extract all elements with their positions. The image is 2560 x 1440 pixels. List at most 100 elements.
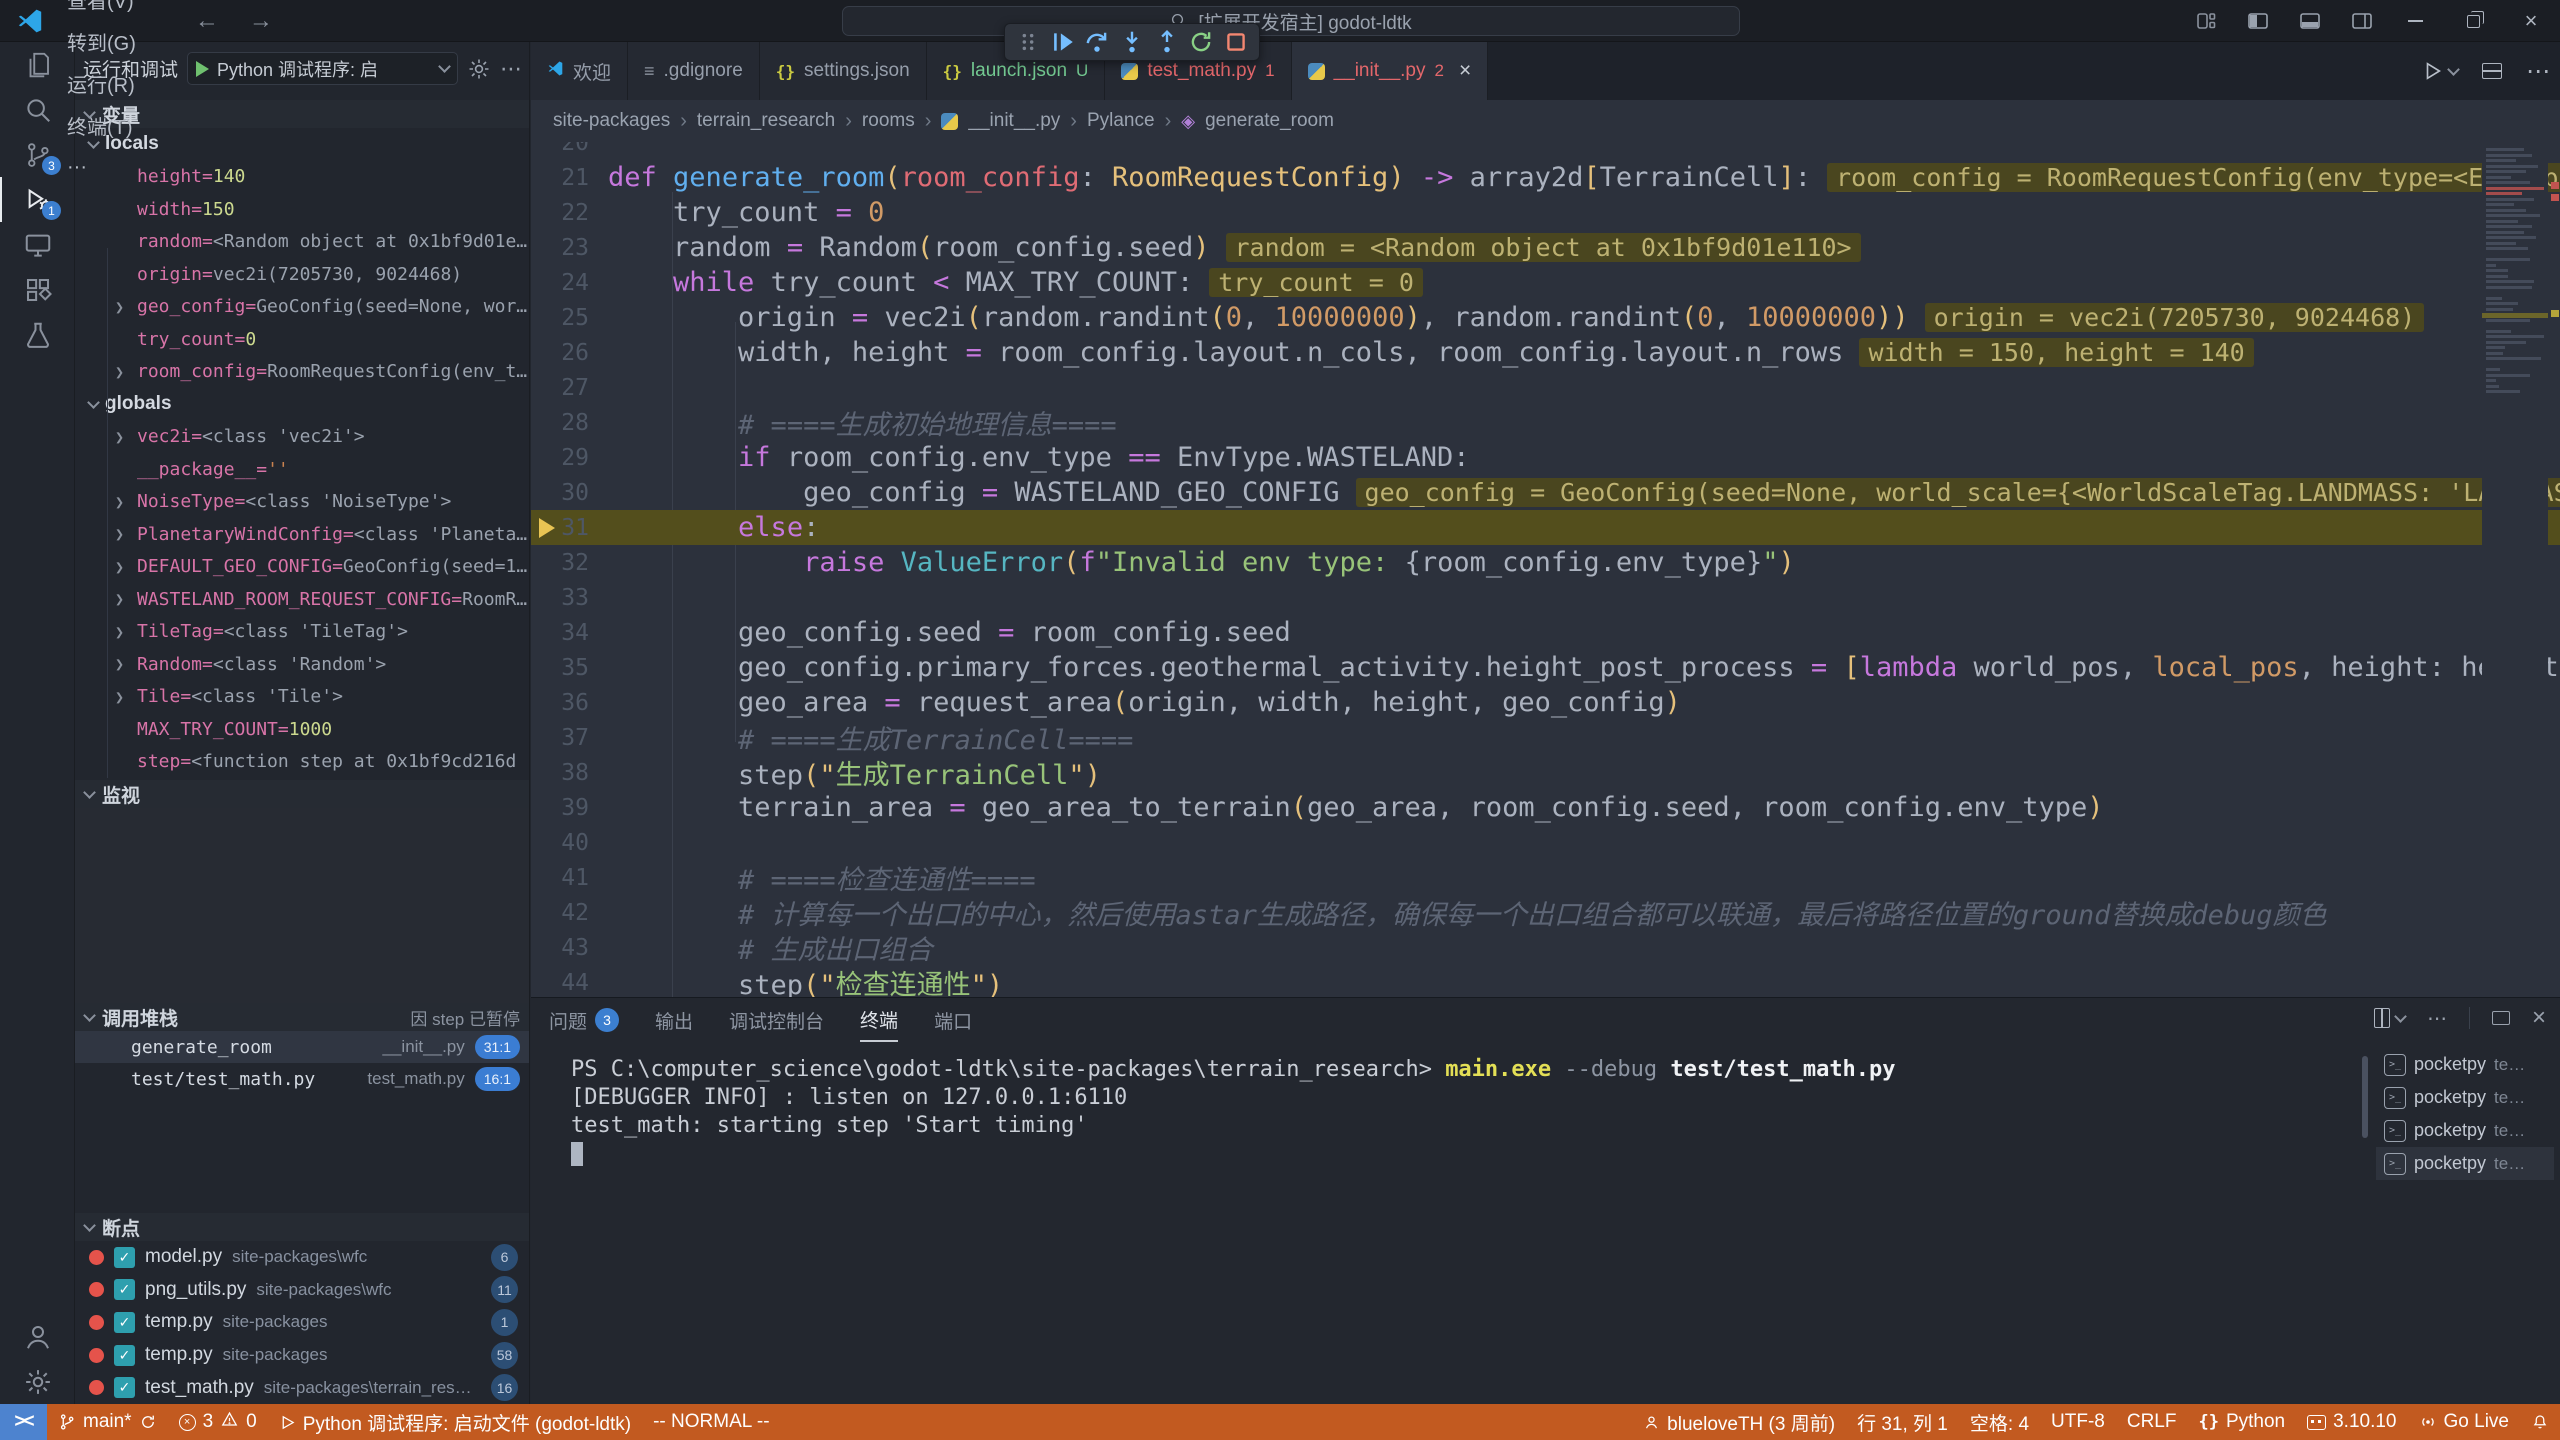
variable-row[interactable]: MAX_TRY_COUNT = 1000 [75,713,530,746]
code-line-33[interactable]: 33 [531,580,2560,615]
variable-row[interactable]: ❯PlanetaryWindConfig = <class 'Planeta… [75,518,530,551]
statusbar-item-golive[interactable]: Go Live [2408,1404,2520,1440]
debug-config-dropdown[interactable]: Python 调试程序: 启 [187,52,458,85]
menu-item[interactable]: 转到(G) [54,21,149,63]
call-stack-section-header[interactable]: 调用堆栈 因 step 已暂停 [75,1003,530,1031]
toggle-sidebar-icon[interactable] [2246,9,2270,33]
statusbar-item-braces[interactable]: {}Python [2187,1404,2296,1440]
more-actions-icon[interactable]: ⋯ [2526,57,2550,86]
close-icon[interactable]: × [2502,0,2560,42]
terminal-scrollbar[interactable] [2362,1056,2368,1138]
statusbar-item-行 31, 列 1[interactable]: 行 31, 列 1 [1846,1404,1959,1440]
code-line-23[interactable]: 23 random = Random(room_config.seed)rand… [531,230,2560,265]
code-line-41[interactable]: 41 # ====检查连通性==== [531,860,2560,895]
statusbar-item--- NORMAL --[interactable]: -- NORMAL -- [642,1404,780,1440]
breadcrumb-item[interactable]: rooms [862,110,915,132]
code-line-25[interactable]: 25 origin = vec2i(random.randint(0, 1000… [531,300,2560,335]
panel-tab-调试控制台[interactable]: 调试控制台 [729,998,824,1042]
remote-indicator[interactable]: >< [0,1404,47,1440]
code-line-26[interactable]: 26 width, height = room_config.layout.n_… [531,335,2560,370]
breadcrumb-item[interactable]: __init__.py [968,110,1060,132]
statusbar-item-branch[interactable]: main* [47,1404,168,1440]
tab-.gdignore[interactable]: ≡.gdignore [628,42,760,100]
statusbar-item-bell[interactable] [2520,1404,2560,1440]
code-line-27[interactable]: 27 [531,370,2560,405]
breakpoint-checkbox[interactable]: ✓ [114,1312,135,1333]
variable-row[interactable]: random = <Random object at 0x1bf9d01e… [75,226,530,259]
terminal-session[interactable]: >_pocketpyte… [2376,1147,2554,1180]
statusbar-item-空格: 4[interactable]: 空格: 4 [1959,1404,2040,1440]
menu-item[interactable]: 终端(T) [54,105,149,147]
variable-row[interactable]: step = <function step at 0x1bf9cd216d [75,746,530,779]
step-over-icon[interactable] [1082,27,1112,57]
code-line-20[interactable]: 20 [531,142,2560,160]
variable-row[interactable]: ❯Tile = <class 'Tile'> [75,681,530,714]
stack-frame[interactable]: test/test_math.pytest_math.py16:1 [75,1063,530,1095]
terminal-output[interactable]: PS C:\computer_science\godot-ldtk\site-p… [571,1056,2371,1168]
terminal-session[interactable]: >_pocketpyte… [2376,1114,2554,1147]
breakpoint-checkbox[interactable]: ✓ [114,1345,135,1366]
activity-remote-explorer-icon[interactable] [0,222,75,267]
terminal-session[interactable]: >_pocketpyte… [2376,1081,2554,1114]
variable-row[interactable]: try_count = 0 [75,323,530,356]
code-line-24[interactable]: 24 while try_count < MAX_TRY_COUNT:try_c… [531,265,2560,300]
code-line-36[interactable]: 36 geo_area = request_area(origin, width… [531,685,2560,720]
variable-row[interactable]: ❯NoiseType = <class 'NoiseType'> [75,486,530,519]
split-terminal-icon[interactable] [2372,1010,2405,1026]
statusbar-item-problems[interactable]: ×30 [168,1404,268,1440]
statusbar-item-CRLF[interactable]: CRLF [2116,1404,2188,1440]
breadcrumb-item[interactable]: site-packages [553,110,670,132]
restart-icon[interactable] [1186,27,1216,57]
step-into-icon[interactable] [1117,27,1147,57]
minimize-icon[interactable] [2386,0,2444,42]
activity-settings-icon[interactable] [0,1359,75,1404]
code-line-22[interactable]: 22 try_count = 0 [531,195,2560,230]
watch-section-header[interactable]: 监视 [75,780,530,808]
command-center-search[interactable]: [扩展开发宿主] godot-ldtk [842,6,1740,36]
code-line-21[interactable]: 21def generate_room(room_config: RoomReq… [531,160,2560,195]
run-python-file-button[interactable] [2422,60,2458,82]
customize-layout-icon[interactable] [2194,9,2218,33]
maximize-panel-icon[interactable] [2492,1011,2510,1025]
variable-row[interactable]: ❯TileTag = <class 'TileTag'> [75,616,530,649]
back-icon[interactable]: ← [195,7,219,35]
breakpoint-row[interactable]: ✓temp.pysite-packages58 [75,1339,530,1372]
code-line-30[interactable]: 30 geo_config = WASTELAND_GEO_CONFIGgeo_… [531,475,2560,510]
variable-row[interactable]: width = 150 [75,193,530,226]
code-line-42[interactable]: 42 # 计算每一个出口的中心，然后使用astar生成路径，确保每一个出口组合都… [531,895,2560,930]
restore-icon[interactable] [2444,0,2502,42]
statusbar-item-robot[interactable]: 3.10.10 [2296,1404,2407,1440]
close-icon[interactable]: × [1459,59,1471,83]
menu-item[interactable]: 查看(V) [54,0,149,21]
breakpoint-row[interactable]: ✓test_math.pysite-packages\terrain_res…1… [75,1371,530,1404]
more-actions-icon[interactable]: ⋯ [2427,1006,2447,1031]
breakpoint-row[interactable]: ✓temp.pysite-packages1 [75,1306,530,1339]
code-line-40[interactable]: 40 [531,825,2560,860]
stop-icon[interactable] [1221,27,1251,57]
statusbar-item-blame[interactable]: blueloveTH (3 周前) [1632,1404,1846,1440]
stack-frame[interactable]: generate_room__init__.py31:1 [75,1031,530,1063]
variable-row[interactable]: origin = vec2i(7205730, 9024468) [75,258,530,291]
activity-extensions-icon[interactable] [0,267,75,312]
forward-icon[interactable]: → [249,7,273,35]
step-out-icon[interactable] [1152,27,1182,57]
breakpoint-checkbox[interactable]: ✓ [114,1279,135,1300]
variable-row[interactable]: ❯room_config = RoomRequestConfig(env_t… [75,356,530,389]
menu-item[interactable]: ··· [54,147,149,189]
terminal-session[interactable]: >_pocketpyte… [2376,1048,2554,1081]
panel-tab-终端[interactable]: 终端 [860,998,898,1042]
code-line-44[interactable]: 44 step("检查连通性") [531,965,2560,1000]
panel-tab-输出[interactable]: 输出 [655,998,693,1042]
activity-testing-icon[interactable] [0,312,75,357]
variables-group-globals[interactable]: globals [75,388,530,421]
code-line-29[interactable]: 29 if room_config.env_type == EnvType.WA… [531,440,2560,475]
menu-item[interactable]: 运行(R) [54,63,149,105]
breadcrumb-item[interactable]: Pylance [1087,110,1155,132]
toggle-secondary-sidebar-icon[interactable] [2350,9,2374,33]
code-line-43[interactable]: 43 # 生成出口组合 [531,930,2560,965]
continue-icon[interactable] [1048,27,1078,57]
code-line-37[interactable]: 37 # ====生成TerrainCell==== [531,720,2560,755]
code-line-34[interactable]: 34 geo_config.seed = room_config.seed [531,615,2560,650]
activity-accounts-icon[interactable] [0,1314,75,1359]
tab-__init__.py[interactable]: __init__.py2× [1292,42,1489,100]
